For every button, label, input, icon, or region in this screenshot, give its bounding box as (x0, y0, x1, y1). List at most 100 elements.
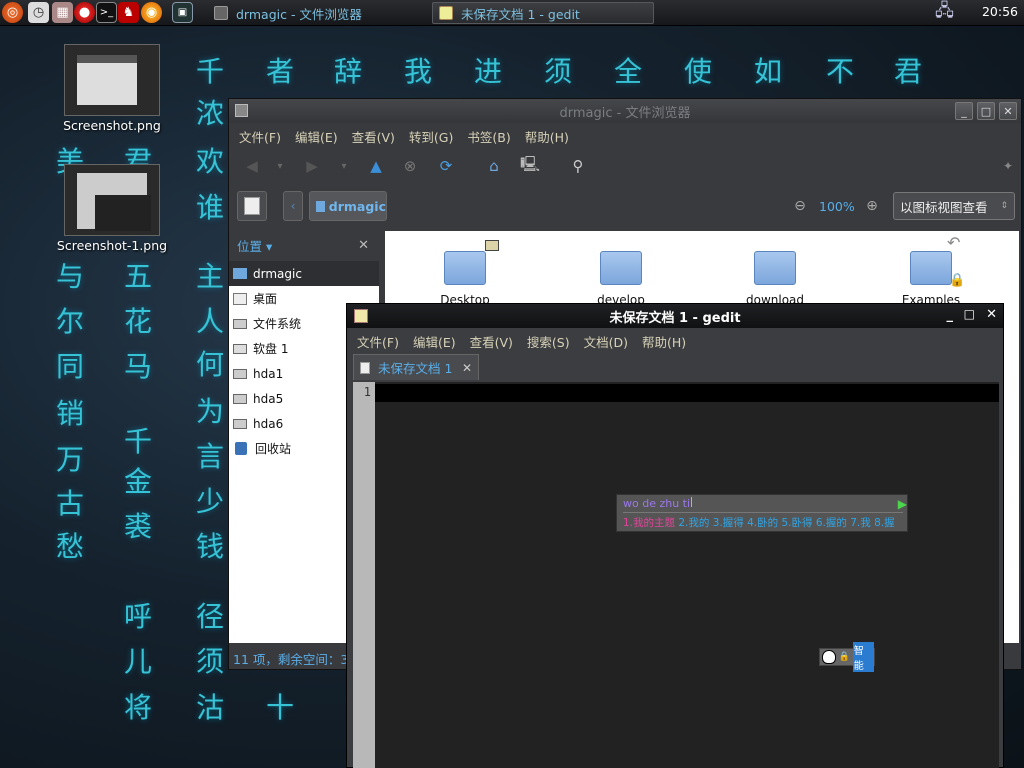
file-item-download[interactable]: download (735, 243, 815, 307)
document-icon (360, 361, 370, 374)
desktop-icon-screenshot-1[interactable]: Screenshot-1.png (52, 164, 172, 253)
menu-view[interactable]: 查看(V) (470, 332, 513, 351)
menu-view[interactable]: 查看(V) (352, 127, 395, 146)
ime-next-page-icon[interactable]: ▶ (898, 497, 907, 511)
minimize-button[interactable]: _ (955, 102, 973, 120)
penguin-icon[interactable] (822, 650, 836, 664)
place-label: 回收站 (255, 442, 292, 456)
calligraphy-char: 不 (826, 55, 855, 88)
ime-candidate[interactable]: 4.卧的 (747, 517, 778, 529)
back-dropdown-icon[interactable]: ▾ (269, 155, 291, 177)
zoom-out-icon[interactable]: ⊖ (789, 195, 811, 217)
minimize-button[interactable]: _ (947, 308, 954, 323)
forward-dropdown-icon[interactable]: ▾ (333, 155, 355, 177)
game-icon[interactable]: ♞ (118, 2, 139, 23)
gedit-titlebar[interactable]: 未保存文档 1 - gedit _ □ ✕ (347, 304, 1003, 328)
side-pane-header: 位置 ▾ ✕ (229, 231, 379, 259)
zoom-in-icon[interactable]: ⊕ (861, 195, 883, 217)
package-manager-icon[interactable]: ▦ (52, 2, 73, 23)
search-binoculars-icon[interactable]: ⚲ (567, 155, 589, 177)
close-side-pane-icon[interactable]: ✕ (358, 238, 369, 253)
gedit-menubar: 文件(F) 编辑(E) 查看(V) 搜索(S) 文档(D) 帮助(H) (347, 330, 1003, 352)
task-gedit[interactable]: 未保存文档 1 - gedit (432, 2, 654, 24)
calligraphy-char: 少 (196, 485, 225, 518)
calligraphy-char: 金 (124, 465, 153, 498)
ime-candidate[interactable]: 8.握 (874, 517, 895, 529)
show-desktop-icon[interactable]: ▣ (172, 2, 193, 23)
calligraphy-char: 马 (124, 350, 153, 383)
ime-candidate[interactable]: 6.握的 (816, 517, 847, 529)
close-button[interactable]: ✕ (986, 307, 997, 322)
menu-edit[interactable]: 编辑(E) (413, 332, 456, 351)
menu-help[interactable]: 帮助(H) (525, 127, 569, 146)
calligraphy-char: 同 (56, 350, 85, 383)
clock-app-icon[interactable]: ◷ (28, 2, 49, 23)
stop-icon[interactable]: ⊗ (399, 155, 421, 177)
menu-edit[interactable]: 编辑(E) (295, 127, 338, 146)
ime-candidate[interactable]: 7.我 (850, 517, 871, 529)
gedit-window: 未保存文档 1 - gedit _ □ ✕ 文件(F) 编辑(E) 查看(V) … (346, 303, 1004, 768)
menu-go[interactable]: 转到(G) (409, 127, 453, 146)
ime-candidate[interactable]: 1.我的主题 (623, 517, 675, 529)
file-item-desktop[interactable]: Desktop (425, 240, 505, 307)
desktop-icon-label: Screenshot-1.png (56, 238, 168, 253)
firefox-icon[interactable]: ◉ (141, 2, 162, 23)
edit-location-icon (244, 197, 260, 215)
file-item-develop[interactable]: develop (581, 243, 661, 307)
menu-search[interactable]: 搜索(S) (527, 332, 570, 351)
file-item-examples[interactable]: ↶ 🔒 Examples (891, 233, 971, 307)
computer-icon[interactable]: 🖳 (519, 155, 541, 177)
gedit-app-icon[interactable] (354, 309, 368, 323)
calligraphy-char: 进 (474, 55, 503, 88)
line-gutter: 1 (353, 382, 375, 768)
view-mode-label: 以图标视图查看 (900, 199, 988, 215)
close-button[interactable]: ✕ (999, 102, 1017, 120)
window-menu-icon[interactable] (235, 104, 248, 117)
ime-mode-label[interactable]: 智能 (852, 642, 874, 672)
up-arrow-icon[interactable]: ▲ (365, 155, 387, 177)
apple-icon[interactable]: ● (74, 2, 95, 23)
calligraphy-char: 花 (124, 305, 153, 338)
maximize-button[interactable]: □ (977, 102, 995, 120)
forward-arrow-icon[interactable]: ▶ (301, 155, 323, 177)
back-arrow-icon[interactable]: ◀ (241, 155, 263, 177)
ime-candidate-window: wo de zhu ti ▶ 1.我的主题 2.我的 3.握得 4.卧的 5.卧… (616, 494, 908, 532)
calligraphy-char: 辞 (334, 55, 363, 88)
calligraphy-char: 儿 (124, 645, 153, 678)
close-tab-icon[interactable]: ✕ (462, 361, 472, 375)
menu-documents[interactable]: 文档(D) (584, 332, 628, 351)
view-mode-select[interactable]: 以图标视图查看 ⇕ (893, 192, 1015, 220)
document-tab[interactable]: 未保存文档 1 ✕ (353, 354, 479, 380)
clock[interactable]: 20:56 (982, 4, 1018, 19)
ime-candidate[interactable]: 3.握得 (713, 517, 744, 529)
menu-file[interactable]: 文件(F) (239, 127, 281, 146)
ime-candidate[interactable]: 5.卧得 (782, 517, 813, 529)
lock-icon[interactable]: 🔒 (839, 652, 850, 662)
side-pane-selector[interactable]: 位置 ▾ (237, 236, 272, 255)
maximize-button[interactable]: □ (964, 307, 975, 321)
desktop-icon (233, 292, 247, 305)
calligraphy-char: 五 (124, 260, 153, 293)
menu-bookmarks[interactable]: 书签(B) (467, 127, 510, 146)
calligraphy-char: 裘 (124, 510, 153, 543)
gedit-task-icon (439, 6, 453, 20)
desktop-icon-screenshot[interactable]: Screenshot.png (52, 44, 172, 133)
task-file-browser[interactable]: drmagic - 文件浏览器 (208, 2, 426, 24)
menu-help[interactable]: 帮助(H) (642, 332, 686, 351)
ime-candidate[interactable]: 2.我的 (678, 517, 709, 529)
home-folder-icon[interactable]: ⌂ (483, 155, 505, 177)
network-icon[interactable]: 🖧 (934, 1, 955, 23)
reload-icon[interactable]: ⟳ (435, 155, 457, 177)
file-manager-titlebar[interactable]: drmagic - 文件浏览器 _ □ ✕ (229, 99, 1021, 123)
path-back-button[interactable]: ‹ (283, 191, 303, 221)
editor-text-area[interactable] (375, 382, 999, 768)
ubuntu-menu-icon[interactable]: ◎ (2, 2, 23, 23)
place-item-drmagic[interactable]: drmagic (229, 261, 379, 286)
toggle-location-entry-button[interactable] (237, 191, 267, 221)
calligraphy-char: 何 (196, 348, 225, 381)
menu-file[interactable]: 文件(F) (357, 332, 399, 351)
calligraphy-char: 钱 (196, 530, 225, 563)
path-button-drmagic[interactable]: drmagic (309, 191, 387, 221)
lock-emblem-icon: 🔒 (949, 273, 966, 288)
terminal-icon[interactable]: >_ (96, 2, 117, 23)
